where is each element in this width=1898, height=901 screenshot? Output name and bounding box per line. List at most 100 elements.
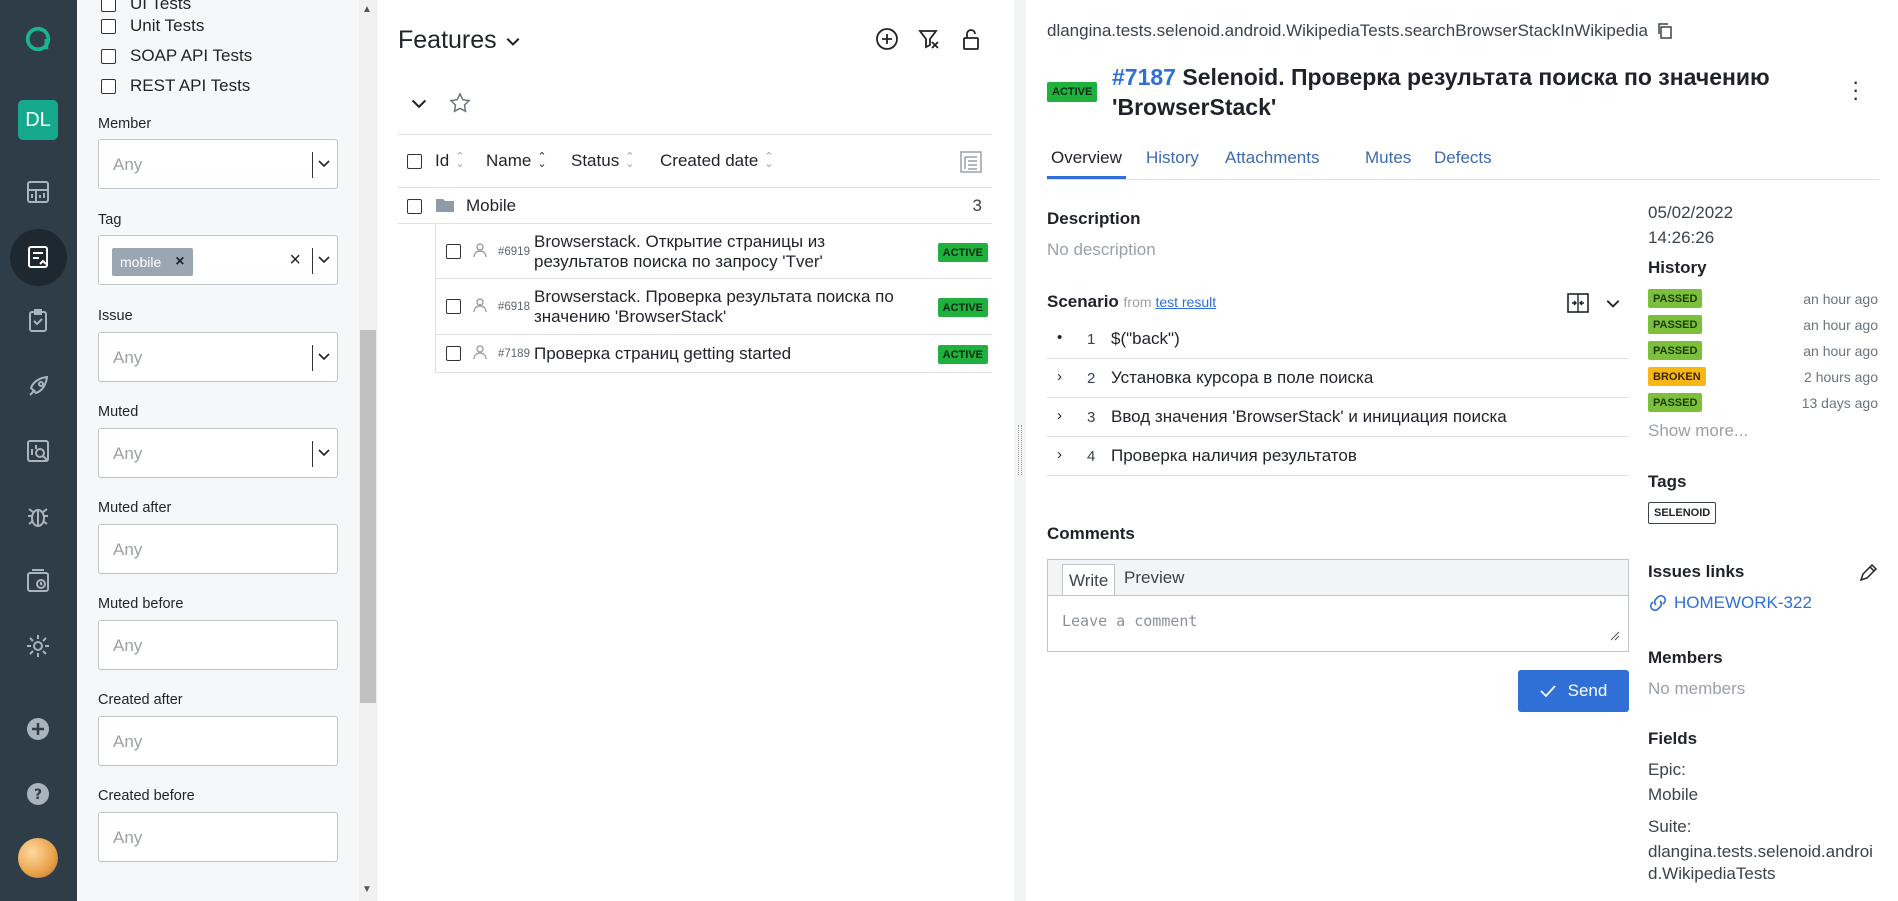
table-row[interactable]: #7189 Проверка страниц getting started A… [435, 335, 992, 373]
compare-icon[interactable] [1566, 291, 1590, 315]
collapse-chevron-icon[interactable] [410, 94, 428, 112]
profile-avatar[interactable] [18, 838, 58, 878]
chevron-down-icon[interactable] [317, 252, 331, 266]
clear-icon[interactable]: × [289, 249, 301, 272]
tab-history[interactable]: History [1146, 148, 1199, 168]
column-id[interactable]: Id ⌃ ⌄ [435, 151, 464, 171]
features-title[interactable]: Features [398, 26, 521, 55]
star-icon[interactable] [448, 91, 472, 115]
issue-link[interactable]: HOMEWORK-322 [1648, 593, 1812, 613]
panel-resize-handle[interactable] [1014, 0, 1026, 901]
filter-checkbox-row[interactable]: UI Tests [101, 0, 191, 14]
test-cases-icon[interactable] [19, 238, 57, 276]
table-row[interactable]: #6919 Browserstack. Открытие страницы из… [435, 224, 992, 279]
row-checkbox[interactable] [446, 244, 461, 259]
test-result-link[interactable]: test result [1155, 294, 1216, 310]
chevron-right-icon[interactable]: › [1057, 407, 1062, 424]
chevron-down-icon[interactable] [317, 445, 331, 459]
bug-icon[interactable] [19, 497, 57, 535]
checkbox[interactable] [101, 78, 116, 94]
more-options-icon[interactable]: · · · [1852, 71, 1859, 109]
checkbox[interactable] [101, 18, 116, 34]
lock-icon[interactable] [958, 26, 984, 57]
history-item[interactable]: BROKEN 2 hours ago [1648, 367, 1878, 387]
scenario-step[interactable]: › 4 Проверка наличия результатов [1047, 437, 1629, 476]
history-item[interactable]: PASSED an hour ago [1648, 289, 1878, 309]
tag-badge[interactable]: SELENOID [1648, 502, 1717, 524]
scrollbar-thumb[interactable] [360, 330, 376, 703]
jobs-icon[interactable] [19, 562, 57, 600]
chevron-down-icon[interactable] [317, 156, 331, 170]
filter-checkbox-row[interactable]: REST API Tests [101, 76, 250, 96]
launches-icon[interactable] [19, 302, 57, 340]
table-row[interactable]: #6918 Browserstack. Проверка результата … [435, 279, 992, 335]
row-checkbox[interactable] [446, 346, 461, 361]
tree-view-icon[interactable] [958, 149, 984, 175]
test-case-id: #7189 [498, 348, 530, 360]
checkbox[interactable] [101, 0, 116, 12]
remove-tag-icon[interactable]: × [175, 253, 184, 271]
scroll-down-icon[interactable]: ▼ [362, 884, 372, 895]
filter-checkbox-row[interactable]: SOAP API Tests [101, 46, 252, 66]
test-case-number[interactable]: #7187 [1112, 64, 1176, 90]
folder-icon [436, 199, 454, 212]
chevron-down-icon[interactable] [1604, 295, 1622, 311]
tab-mutes[interactable]: Mutes [1365, 148, 1411, 168]
history-item[interactable]: PASSED 13 days ago [1648, 393, 1878, 413]
analytics-icon[interactable] [19, 432, 57, 470]
column-status[interactable]: Status ⌃ ⌄ [571, 151, 634, 171]
clear-filter-icon[interactable] [916, 26, 942, 57]
add-project-icon[interactable] [19, 710, 57, 748]
rocket-icon[interactable] [19, 368, 57, 406]
chevron-down-icon[interactable] [317, 349, 331, 363]
settings-gear-icon[interactable] [19, 627, 57, 665]
scroll-up-icon[interactable]: ▲ [362, 4, 372, 15]
chevron-right-icon[interactable]: › [1057, 446, 1062, 463]
comment-input[interactable]: Leave a comment [1062, 612, 1197, 630]
tab-overview[interactable]: Overview [1047, 148, 1126, 179]
test-case-title[interactable]: #7187 Selenoid. Проверка результата поис… [1112, 62, 1832, 122]
scenario-label: Scenario [1047, 292, 1119, 311]
tag-select[interactable]: mobile × × [98, 235, 338, 285]
help-icon[interactable]: ? [19, 775, 57, 813]
user-avatar[interactable]: DL [18, 100, 58, 140]
scenario-step[interactable]: › 3 Ввод значения 'BrowserStack' и иници… [1047, 398, 1629, 437]
scenario-step[interactable]: › 2 Установка курсора в поле поиска [1047, 359, 1629, 398]
resize-corner-icon[interactable] [1610, 631, 1620, 641]
preview-tab[interactable]: Preview [1124, 568, 1184, 588]
column-name[interactable]: Name ⌃ ⌄ [486, 151, 547, 171]
chevron-right-icon[interactable]: › [1057, 368, 1062, 385]
column-label: Created date [660, 151, 759, 170]
tab-defects[interactable]: Defects [1434, 148, 1492, 168]
scenario-step[interactable]: • 1 $("back") [1047, 320, 1629, 359]
copy-icon[interactable] [1656, 22, 1674, 40]
created-before-input[interactable]: Any [98, 812, 338, 862]
edit-pencil-icon[interactable] [1858, 563, 1878, 583]
history-item[interactable]: PASSED an hour ago [1648, 315, 1878, 335]
column-created-date[interactable]: Created date ⌃ ⌄ [660, 151, 774, 171]
history-item[interactable]: PASSED an hour ago [1648, 341, 1878, 361]
group-row-mobile[interactable]: Mobile 3 [398, 188, 992, 224]
resize-grip[interactable] [1018, 425, 1022, 475]
row-checkbox[interactable] [446, 299, 461, 314]
filter-checkbox-row[interactable]: Unit Tests [101, 16, 204, 36]
checkbox-label: Unit Tests [130, 16, 205, 35]
send-button[interactable]: Send [1518, 670, 1629, 712]
show-more-link[interactable]: Show more... [1648, 421, 1748, 441]
muted-select[interactable]: Any [98, 428, 338, 478]
issue-select[interactable]: Any [98, 332, 338, 382]
write-tab[interactable]: Write [1062, 564, 1116, 595]
tab-attachments[interactable]: Attachments [1225, 148, 1320, 168]
muted-after-input[interactable]: Any [98, 524, 338, 574]
muted-before-input[interactable]: Any [98, 620, 338, 670]
group-checkbox[interactable] [407, 199, 422, 214]
issue-placeholder: Any [113, 348, 143, 367]
dashboard-icon[interactable] [19, 173, 57, 211]
member-select[interactable]: Any [98, 139, 338, 189]
created-after-input[interactable]: Any [98, 716, 338, 766]
select-all-checkbox[interactable] [407, 154, 422, 169]
app-logo-icon[interactable] [19, 20, 57, 58]
add-icon[interactable] [874, 26, 900, 57]
app-root: DL ? UI Tests Unit Tests SOAP API Tests … [0, 0, 1898, 901]
checkbox[interactable] [101, 48, 116, 64]
